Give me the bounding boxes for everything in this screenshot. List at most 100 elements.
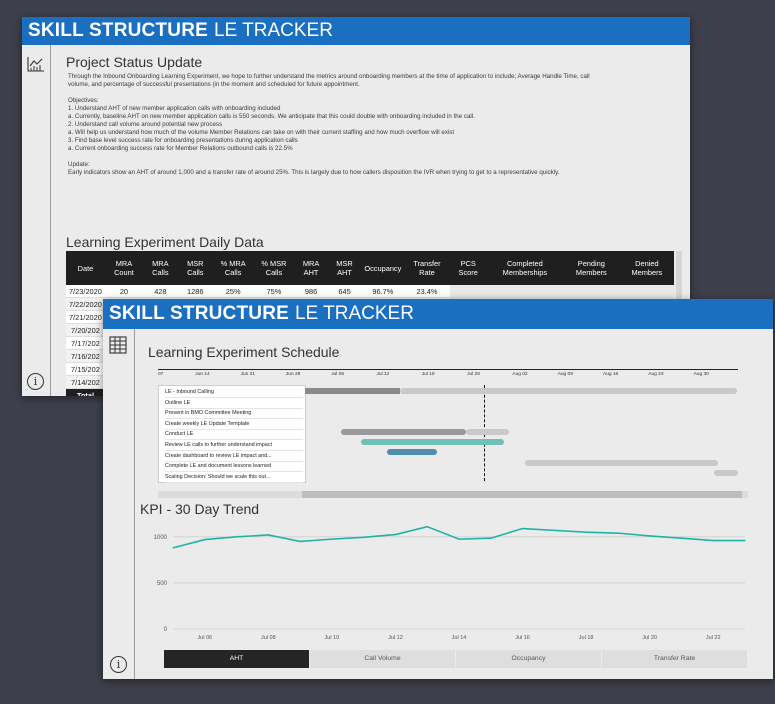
table-cell: 7/23/2020 bbox=[66, 285, 105, 298]
bar-complete-le[interactable] bbox=[525, 460, 718, 466]
y-tick-label: 1000 bbox=[154, 535, 168, 541]
info-icon[interactable]: i bbox=[27, 373, 44, 390]
status-line: a. Will help us understand how much of t… bbox=[68, 129, 455, 136]
data-point bbox=[299, 540, 301, 543]
column-header[interactable]: % MSR Calls bbox=[253, 251, 295, 285]
y-tick-label: 500 bbox=[157, 581, 168, 587]
table-cell: 75% bbox=[253, 285, 295, 298]
data-point bbox=[744, 539, 746, 542]
table-cell: 23.4% bbox=[404, 285, 450, 298]
table-cell: 7/22/2020 bbox=[66, 297, 105, 311]
table-row[interactable]: 7/23/2020 20 428 1286 25% 75% 986 645 96.7% 23.4% bbox=[66, 285, 674, 298]
schedule-title: Learning Experiment Schedule bbox=[148, 344, 340, 360]
column-header[interactable]: MRA AHT bbox=[294, 251, 328, 285]
timeline-tick: Aug 23 bbox=[648, 372, 664, 377]
kpi-tab[interactable]: AHT bbox=[164, 650, 309, 668]
table-cell: 96.7% bbox=[361, 285, 405, 298]
x-tick-label: Jul 14 bbox=[452, 635, 467, 641]
table-icon[interactable] bbox=[109, 336, 127, 354]
task-label[interactable]: LE - Inbound Calling bbox=[165, 387, 303, 398]
kpi-tab[interactable]: Call Volume bbox=[310, 650, 455, 668]
column-header[interactable]: MRA Calls bbox=[142, 251, 178, 285]
bar-create-dashboard[interactable] bbox=[387, 449, 437, 455]
chart-icon[interactable] bbox=[27, 56, 45, 72]
info-icon[interactable]: i bbox=[110, 656, 127, 673]
task-list: LE - Inbound Calling Outline LE Present in… bbox=[158, 385, 306, 483]
bar-le-inbound-calling[interactable] bbox=[305, 388, 400, 394]
timeline-tick: Jul 19 bbox=[421, 372, 435, 377]
timeline-tick: 07 bbox=[158, 372, 164, 377]
bar-le-inbound-calling-remaining[interactable] bbox=[400, 388, 737, 394]
table-cell: 428 bbox=[142, 285, 178, 298]
gantt-scrollbar[interactable] bbox=[158, 491, 748, 498]
column-header[interactable]: % MRA Calls bbox=[212, 251, 254, 285]
column-header[interactable]: Completed Memberships bbox=[486, 251, 563, 285]
timeline-tick: Aug 16 bbox=[603, 372, 619, 377]
timeline-tick: Jul 26 bbox=[467, 372, 480, 377]
left-rail: i bbox=[22, 45, 51, 396]
kpi-tab[interactable]: Transfer Rate bbox=[602, 650, 747, 668]
status-line: Through the Inbound Onboarding Learning … bbox=[68, 73, 590, 80]
left-rail: i bbox=[103, 329, 135, 679]
column-header[interactable]: Transfer Rate bbox=[404, 251, 450, 285]
status-line: 1. Understand AHT of new member applicat… bbox=[68, 105, 281, 112]
status-line: Early indicators show an AHT of around 1… bbox=[68, 169, 560, 176]
task-label[interactable]: Scaling Decision: Should we scale this o… bbox=[165, 472, 303, 483]
status-line: 2. Understand call volume around potenti… bbox=[68, 121, 223, 128]
table-cell: 7/20/202 bbox=[66, 323, 105, 337]
column-header[interactable]: Denied Members bbox=[619, 251, 674, 285]
column-header[interactable]: MRA Count bbox=[104, 251, 143, 285]
timeline-tick: Jun 14 bbox=[195, 372, 210, 377]
kpi-title: KPI - 30 Day Trend bbox=[140, 501, 260, 517]
column-header[interactable]: Date bbox=[66, 251, 105, 285]
kpi-tab[interactable]: Occupancy bbox=[456, 650, 601, 668]
timeline-tick: Jun 28 bbox=[285, 372, 301, 377]
data-point bbox=[680, 537, 683, 539]
table-cell: 7/14/202 bbox=[66, 375, 105, 389]
blurred-cell bbox=[619, 285, 674, 298]
column-header[interactable]: PCS Score bbox=[449, 251, 487, 285]
task-label[interactable]: Create dashboard to review LE impact and… bbox=[165, 451, 303, 462]
x-tick-label: Jul 20 bbox=[642, 635, 657, 641]
task-label[interactable]: Conduct LE bbox=[165, 429, 303, 441]
y-tick-label: 0 bbox=[164, 627, 168, 633]
status-line: a. Currently, baseline AHT on new member… bbox=[68, 113, 475, 120]
x-tick-label: Jul 22 bbox=[706, 635, 721, 641]
bar-conduct-le[interactable] bbox=[341, 429, 466, 435]
timeline-tick: Jul 05 bbox=[331, 372, 344, 377]
x-tick-label: Jul 12 bbox=[388, 635, 403, 641]
bar-conduct-le-remaining[interactable] bbox=[466, 429, 509, 435]
task-label[interactable]: Create weekly LE Update Template bbox=[165, 419, 303, 430]
x-tick-label: Jul 10 bbox=[325, 635, 340, 641]
data-point bbox=[712, 539, 714, 542]
data-point bbox=[490, 537, 492, 539]
data-point bbox=[617, 532, 619, 534]
column-header[interactable]: Pending Members bbox=[562, 251, 620, 285]
column-header[interactable]: MSR Calls bbox=[177, 251, 213, 285]
task-label[interactable]: Complete LE and document lessons learned bbox=[165, 461, 303, 473]
task-label[interactable]: Present in BMO Committee Meeting bbox=[165, 408, 303, 420]
timeline-tick: Jul 12 bbox=[376, 372, 390, 377]
status-line: 3. Find base level success rate for onbo… bbox=[68, 137, 298, 144]
app-title-bold: SKILL STRUCTURE bbox=[28, 20, 208, 41]
task-label[interactable]: Outline LE bbox=[165, 398, 303, 409]
table-cell: 7/21/2020 bbox=[66, 310, 105, 324]
gantt-area: LE - Inbound Calling Outline LE Present in… bbox=[158, 385, 743, 483]
column-header[interactable]: Occupancy bbox=[361, 251, 405, 285]
table-title: Learning Experiment Daily Data bbox=[66, 234, 264, 250]
bar-review-le-calls[interactable] bbox=[361, 439, 504, 445]
task-label[interactable]: Review LE calls to further understand im… bbox=[165, 440, 303, 451]
app-header: SKILL STRUCTURE LE TRACKER bbox=[22, 17, 690, 45]
column-header[interactable]: MSR AHT bbox=[327, 251, 362, 285]
timeline-tick: Jun 21 bbox=[240, 372, 255, 377]
app-title-bold: SKILL STRUCTURE bbox=[109, 303, 289, 324]
data-point bbox=[426, 526, 428, 528]
table-cell: 7/16/202 bbox=[66, 349, 105, 363]
table-cell: 645 bbox=[327, 285, 362, 298]
bar-scaling-decision[interactable] bbox=[714, 470, 738, 476]
kpi-tabs: AHT Call Volume Occupancy Transfer Rate bbox=[164, 650, 748, 668]
schedule-window: SKILL STRUCTURE LE TRACKER i Learning Ex… bbox=[103, 299, 773, 679]
table-cell: 20 bbox=[104, 285, 143, 298]
x-tick-label: Jul 16 bbox=[515, 635, 530, 641]
x-tick-label: Jul 06 bbox=[197, 635, 212, 641]
